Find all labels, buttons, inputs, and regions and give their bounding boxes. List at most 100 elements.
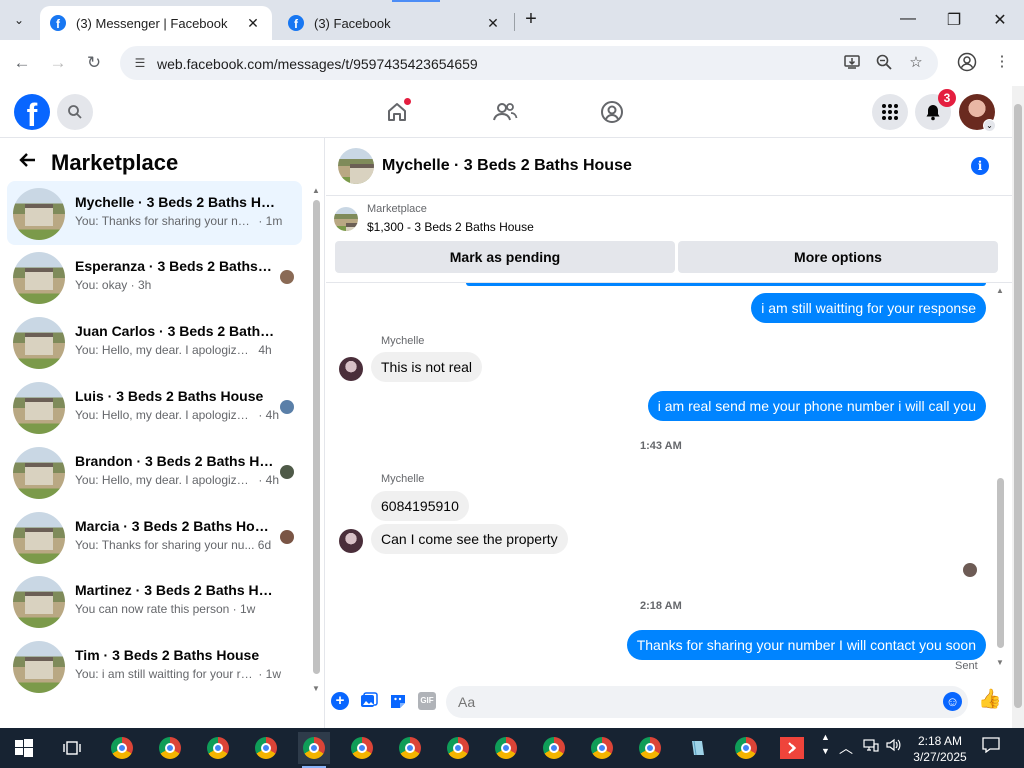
conversation-item[interactable]: Tim · 3 Beds 2 Baths House You: i am sti… — [7, 634, 302, 698]
close-tab-icon[interactable]: ✕ — [244, 15, 262, 32]
snippet-time: 4h — [258, 343, 272, 357]
tab-messenger[interactable]: f (3) Messenger | Facebook ✕ — [40, 6, 272, 40]
chrome-taskbar-icon[interactable] — [106, 732, 138, 764]
conversation-item[interactable]: Esperanza · 3 Beds 2 Baths Ho... You: ok… — [7, 245, 302, 309]
like-thumb-icon[interactable]: 👍 — [978, 689, 1002, 711]
menu-button[interactable] — [872, 94, 908, 130]
notepad-taskbar-icon[interactable] — [682, 732, 714, 764]
sticker-icon[interactable] — [389, 692, 407, 710]
scrollbar-thumb[interactable] — [313, 200, 320, 674]
chrome-taskbar-icon[interactable] — [250, 732, 282, 764]
bell-icon — [926, 105, 940, 121]
seen-avatar — [963, 563, 977, 577]
message-bubble-outgoing[interactable]: i am still waitting for your response — [751, 293, 986, 323]
install-app-icon[interactable] — [842, 53, 862, 73]
conversation-name: Brandon · 3 Beds 2 Baths Hou... — [75, 453, 275, 469]
friends-nav-icon[interactable] — [491, 98, 519, 126]
anydesk-taskbar-icon[interactable] — [776, 732, 808, 764]
show-hidden-icons-icon[interactable]: ︿ — [839, 738, 853, 758]
browser-menu-icon[interactable]: ⋮ — [992, 52, 1012, 72]
message-bubble-incoming[interactable]: This is not real — [371, 352, 483, 382]
scrollbar-thumb[interactable] — [997, 478, 1004, 648]
scrollbar-thumb[interactable] — [1014, 104, 1022, 708]
chat-list-scrollbar[interactable]: ▲ ▼ — [312, 186, 320, 694]
tab-search-button[interactable]: ⌄ — [6, 8, 32, 32]
scroll-down-icon[interactable]: ▼ — [312, 684, 320, 693]
messages-scrollbar[interactable]: ▲ ▼ — [996, 286, 1005, 670]
listing-thumbnail — [334, 207, 358, 231]
gallery-icon[interactable] — [360, 692, 378, 710]
conversation-avatar[interactable] — [338, 148, 374, 184]
chrome-taskbar-icon[interactable] — [394, 732, 426, 764]
chrome-taskbar-icon[interactable] — [202, 732, 234, 764]
emoji-icon[interactable]: ☺ — [943, 692, 962, 711]
windows-start-icon[interactable] — [8, 732, 40, 764]
close-tab-icon[interactable]: ✕ — [484, 15, 502, 32]
conversation-item[interactable]: Martinez · 3 Beds 2 Baths House You can … — [7, 569, 302, 633]
facebook-logo-icon[interactable]: f — [14, 94, 50, 130]
conversation-title[interactable]: Mychelle · 3 Beds 2 Baths House — [382, 157, 632, 175]
scroll-up-icon[interactable]: ▲ — [312, 186, 320, 195]
close-window-button[interactable]: ✕ — [990, 10, 1010, 30]
conversation-item[interactable]: Mychelle · 3 Beds 2 Baths House You: Tha… — [7, 181, 302, 245]
mark-as-pending-button[interactable]: Mark as pending — [335, 241, 675, 273]
chrome-taskbar-icon[interactable] — [490, 732, 522, 764]
message-bubble-outgoing[interactable]: i am real send me your phone number i wi… — [647, 391, 986, 421]
chevron-down-icon[interactable]: ⌄ — [983, 119, 996, 132]
site-info-icon[interactable]: ☰ — [132, 55, 148, 71]
gif-icon[interactable]: GIF — [418, 692, 436, 710]
listing-thumbnail — [13, 188, 65, 240]
action-center-icon[interactable] — [982, 737, 1000, 756]
reload-button[interactable]: ↻ — [82, 52, 106, 76]
chrome-taskbar-icon[interactable] — [730, 732, 762, 764]
chrome-taskbar-icon[interactable] — [634, 732, 666, 764]
chrome-taskbar-icon[interactable] — [442, 732, 474, 764]
bookmark-star-icon[interactable]: ☆ — [906, 53, 926, 73]
info-icon[interactable]: i — [971, 157, 989, 175]
scroll-down-icon[interactable]: ▼ — [996, 658, 1004, 667]
groups-nav-icon[interactable] — [598, 98, 626, 126]
minimize-button[interactable]: — — [898, 10, 918, 28]
conversation-snippet: You: Thanks for sharing your num... · 1m — [75, 214, 287, 228]
message-bubble-outgoing — [466, 283, 986, 286]
listing-title[interactable]: $1,300 - 3 Beds 2 Baths House — [367, 220, 534, 234]
forward-button[interactable]: → — [46, 52, 70, 76]
scroll-up-icon[interactable]: ▲ — [996, 286, 1004, 295]
chrome-taskbar-icon[interactable] — [586, 732, 618, 764]
plus-icon[interactable]: + — [331, 692, 349, 710]
chrome-taskbar-icon-active[interactable] — [298, 732, 330, 768]
conversation-item[interactable]: Marcia · 3 Beds 2 Baths House You: Thank… — [7, 505, 302, 569]
zoom-icon[interactable] — [874, 53, 894, 73]
task-view-icon[interactable] — [56, 732, 88, 764]
conversation-item[interactable]: Brandon · 3 Beds 2 Baths Hou... You: Hel… — [7, 440, 302, 504]
snippet-text: You: Hello, my dear. I apologize ... — [75, 473, 255, 487]
taskbar-overflow-arrows[interactable]: ▲ ▼ — [821, 730, 830, 758]
tab-facebook[interactable]: f (3) Facebook ✕ — [278, 6, 512, 40]
snippet-time: · 1w — [258, 667, 282, 681]
message-bubble-outgoing[interactable]: Thanks for sharing your number I will co… — [626, 630, 986, 660]
sender-avatar[interactable] — [339, 529, 363, 553]
volume-icon[interactable] — [886, 738, 902, 755]
network-icon[interactable] — [863, 738, 879, 755]
sender-avatar[interactable] — [339, 357, 363, 381]
conversation-item[interactable]: Luis · 3 Beds 2 Baths House You: Hello, … — [7, 375, 302, 439]
chrome-taskbar-icon[interactable] — [538, 732, 570, 764]
maximize-button[interactable]: ❐ — [944, 10, 964, 30]
new-tab-button[interactable]: + — [520, 9, 542, 31]
snippet-time: · 1m — [258, 214, 283, 228]
snippet-text: You: Hello, my dear. I apologize for ... — [75, 343, 255, 357]
conversation-item[interactable]: Juan Carlos · 3 Beds 2 Baths Ho... You: … — [7, 310, 302, 374]
message-bubble-incoming[interactable]: Can I come see the property — [371, 524, 568, 554]
back-arrow-icon[interactable] — [18, 150, 38, 176]
message-bubble-incoming[interactable]: 6084195910 — [371, 491, 469, 521]
taskbar-clock[interactable]: 2:18 AM 3/27/2025 — [905, 733, 975, 765]
url-text[interactable]: web.facebook.com/messages/t/959743542365… — [157, 56, 478, 72]
search-button[interactable] — [57, 94, 93, 130]
message-input[interactable] — [446, 686, 968, 718]
chrome-taskbar-icon[interactable] — [154, 732, 186, 764]
profile-icon[interactable] — [956, 52, 978, 74]
back-button[interactable]: ← — [10, 52, 34, 76]
chrome-taskbar-icon[interactable] — [346, 732, 378, 764]
page-scrollbar[interactable] — [1012, 86, 1024, 728]
more-options-button[interactable]: More options — [678, 241, 998, 273]
